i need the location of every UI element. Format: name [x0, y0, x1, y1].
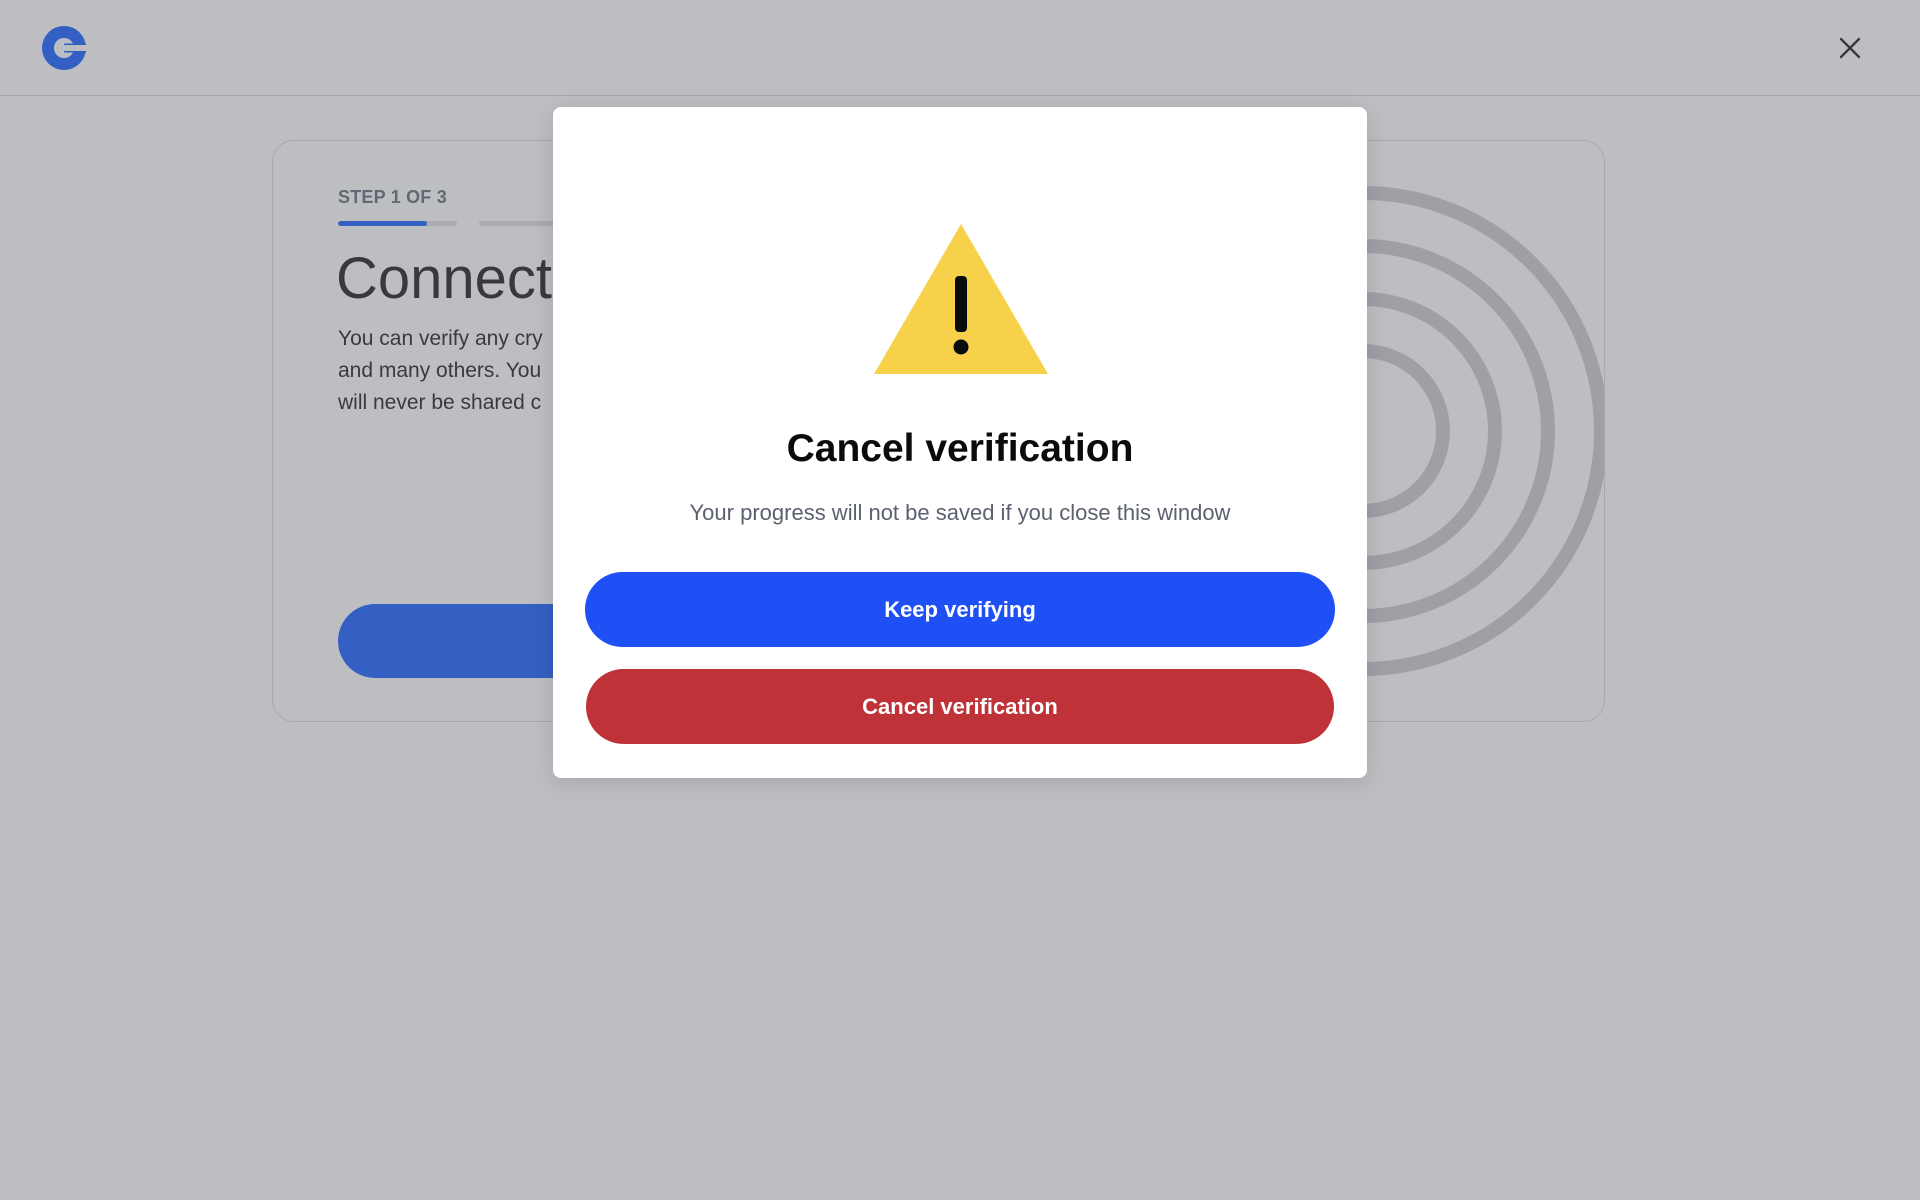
- cancel-verification-button[interactable]: Cancel verification: [586, 669, 1334, 744]
- keep-verifying-button[interactable]: Keep verifying: [585, 572, 1335, 647]
- warning-icon: [874, 224, 1048, 374]
- dialog-description: Your progress will not be saved if you c…: [689, 500, 1231, 525]
- dialog-title: Cancel verification: [786, 427, 1134, 470]
- cancel-verification-dialog: Cancel verification Your progress will n…: [553, 107, 1367, 778]
